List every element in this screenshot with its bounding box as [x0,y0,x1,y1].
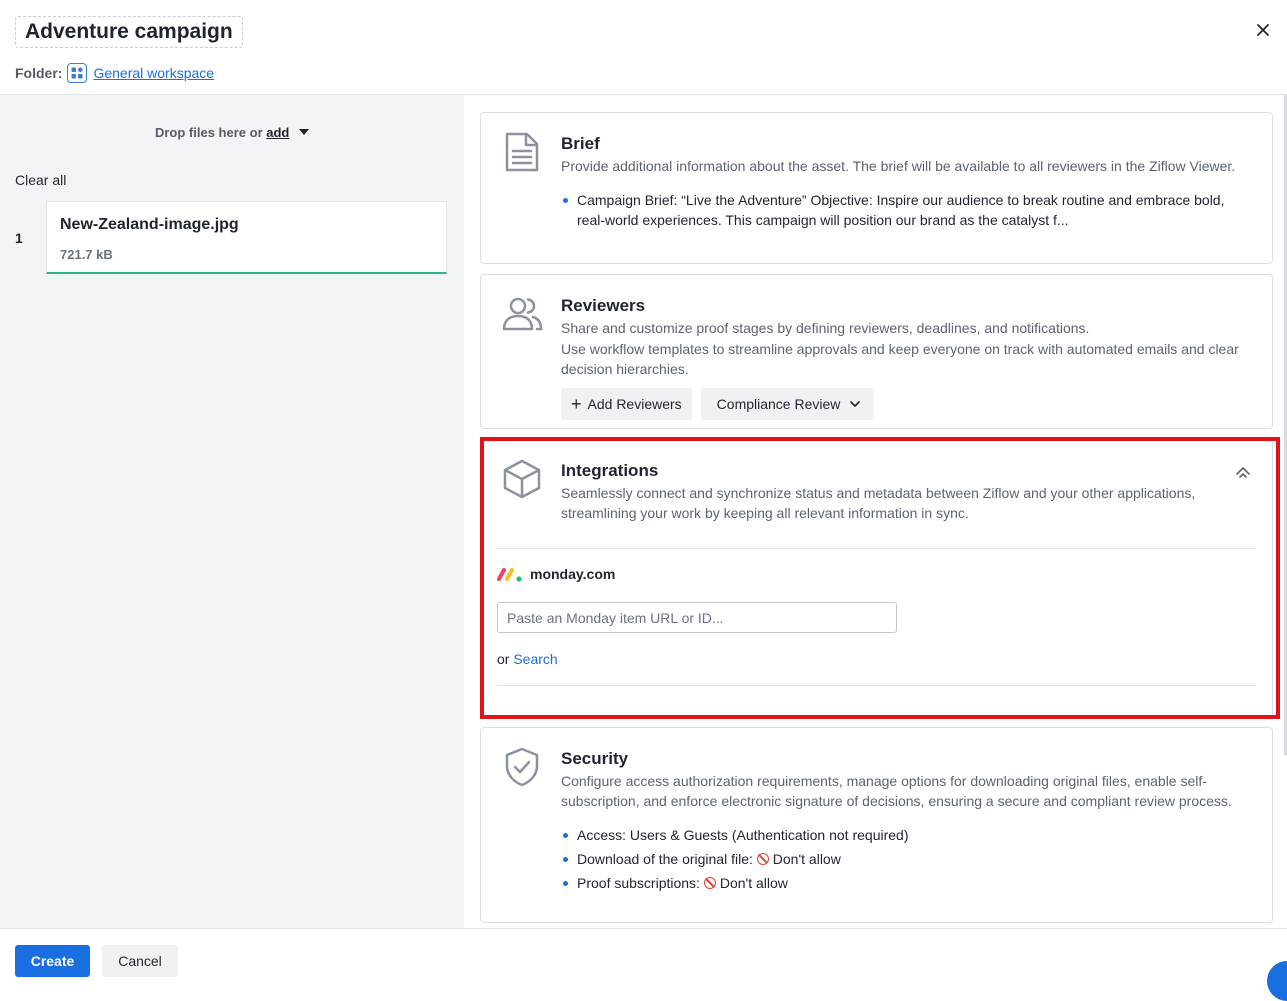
drop-text: Drop files here or [154,125,263,140]
reviewers-actions: + Add Reviewers Compliance Review [561,388,1252,420]
security-card[interactable]: Security Configure access authorization … [480,727,1273,923]
settings-panel: Brief Provide additional information abo… [464,95,1287,928]
monday-item-input[interactable] [497,602,897,633]
brief-list: Campaign Brief: “Live the Adventure” Obj… [561,190,1252,230]
download-label: Download of the original file: [577,851,753,867]
brief-description: Provide additional information about the… [561,158,1236,174]
dialog-header: Adventure campaign Folder: General works… [0,0,1287,95]
subscriptions-value: Don't allow [719,875,788,891]
brief-body: Brief Provide additional information abo… [561,133,1252,234]
security-access-item: Access: Users & Guests (Authentication n… [561,825,1252,845]
add-files-link[interactable]: add [266,125,289,140]
not-allowed-icon [703,877,716,889]
integrations-card[interactable]: Integrations Seamlessly connect and sync… [480,439,1273,717]
brief-title: Brief [561,134,600,153]
monday-label: monday.com [530,566,616,582]
cancel-button[interactable]: Cancel [102,945,178,977]
clear-all-button[interactable]: Clear all [15,172,66,188]
shield-check-icon [501,746,543,788]
add-reviewers-button[interactable]: + Add Reviewers [561,388,692,420]
file-panel: Drop files here or add Clear all 1 New-Z… [0,95,464,928]
security-body: Security Configure access authorization … [561,748,1252,897]
file-index: 1 [15,230,23,246]
workflow-template-dropdown[interactable]: Compliance Review [700,388,874,420]
caret-down-icon[interactable] [299,129,309,135]
folder-link[interactable]: General workspace [93,65,214,81]
or-text: or [497,651,510,667]
workspace-icon [67,63,88,83]
reviewers-description-1: Share and customize proof stages by defi… [561,320,1090,336]
security-list: Access: Users & Guests (Authentication n… [561,825,1252,893]
security-subscriptions-item: Proof subscriptions: Don't allow [561,873,1252,893]
security-title: Security [561,749,629,768]
reviewers-title: Reviewers [561,296,646,315]
campaign-title-field[interactable]: Adventure campaign [15,16,243,48]
download-value: Don't allow [772,851,841,867]
subscriptions-label: Proof subscriptions: [577,875,700,891]
drop-zone[interactable]: Drop files here or add [0,125,464,140]
security-download-item: Download of the original file: Don't all… [561,849,1252,869]
users-icon [501,293,543,335]
create-button[interactable]: Create [15,945,90,977]
integrations-body: Integrations Seamlessly connect and sync… [561,460,1252,523]
dialog-footer: Create Cancel [0,928,1287,991]
monday-logo-icon [497,566,525,582]
document-icon [501,131,543,173]
brief-card[interactable]: Brief Provide additional information abo… [480,112,1273,264]
integrations-divider-bottom [497,685,1256,686]
folder-row: Folder: General workspace [15,63,214,83]
file-name: New-Zealand-image.jpg [60,216,239,233]
security-description: Configure access authorization requireme… [561,773,1232,809]
integrations-divider-top [497,548,1256,549]
reviewers-body: Reviewers Share and customize proof stag… [561,295,1252,420]
integrations-title: Integrations [561,461,659,480]
plus-icon: + [571,394,582,414]
cube-icon [501,458,543,500]
integrations-description: Seamlessly connect and synchronize statu… [561,485,1196,521]
add-reviewers-label: Add Reviewers [587,396,682,412]
not-allowed-icon [756,853,769,865]
folder-label: Folder: [15,65,63,81]
file-size: 721.7 kB [60,247,113,262]
reviewers-description-2: Use workflow templates to streamline app… [561,341,1239,377]
workflow-template-label: Compliance Review [716,396,841,412]
brief-item: Campaign Brief: “Live the Adventure” Obj… [561,190,1252,230]
file-card[interactable]: New-Zealand-image.jpg 721.7 kB [46,201,447,274]
search-row: or Search [497,651,558,667]
search-link[interactable]: Search [513,651,557,667]
chevron-down-icon [849,398,861,410]
reviewers-card[interactable]: Reviewers Share and customize proof stag… [480,274,1273,429]
close-icon[interactable] [1253,20,1273,40]
monday-header: monday.com [497,566,615,582]
